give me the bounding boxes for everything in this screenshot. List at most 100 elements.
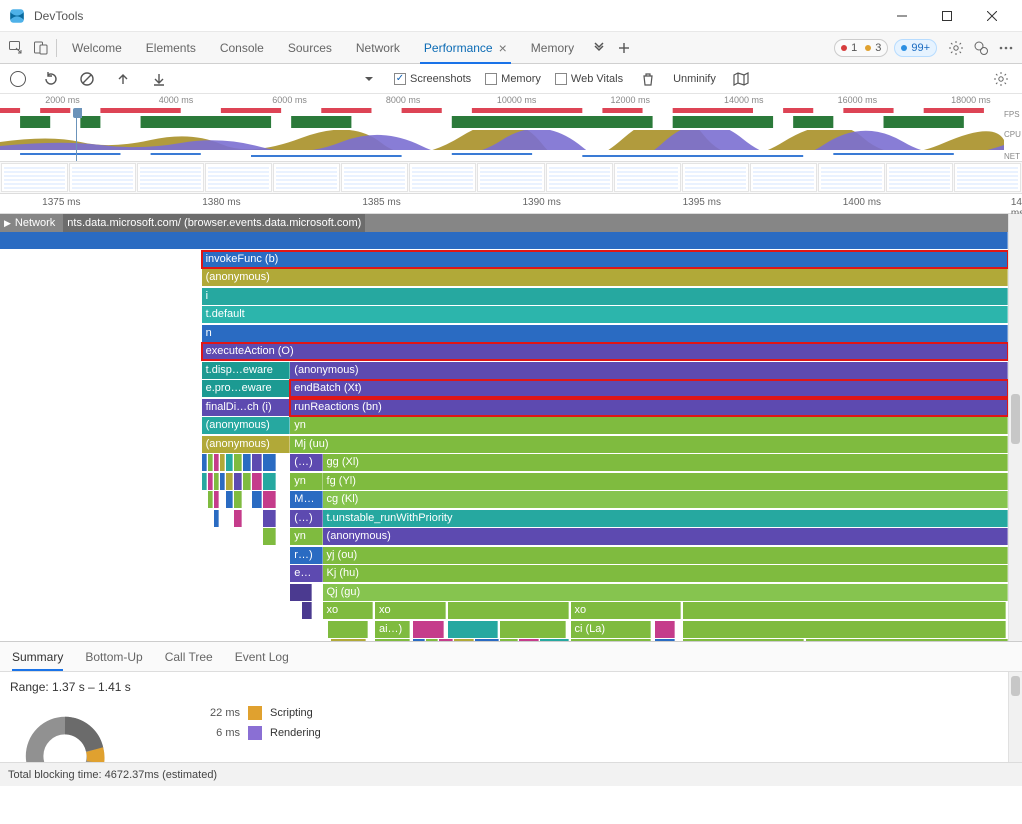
memory-checkbox[interactable]: Memory [485, 73, 541, 85]
details-tab-bottom-up[interactable]: Bottom-Up [85, 642, 142, 671]
flame-bar[interactable]: n [202, 325, 1008, 342]
flame-bar[interactable]: yn [290, 473, 322, 490]
flame-bar[interactable] [806, 639, 1008, 642]
flame-bar[interactable]: ai…) [375, 621, 410, 638]
flame-bar[interactable] [290, 584, 312, 601]
overview-selection-handle[interactable] [76, 108, 77, 161]
flame-bar[interactable]: invokeFunc (b) [202, 251, 1008, 268]
flame-bar[interactable]: fg (Yl) [323, 473, 1008, 490]
flame-bar[interactable] [413, 621, 443, 638]
flame-bar[interactable] [263, 491, 276, 508]
settings-icon[interactable] [944, 36, 968, 60]
tab-welcome[interactable]: Welcome [60, 32, 134, 64]
flame-bar[interactable] [263, 528, 276, 545]
flame-bar[interactable]: Qj (gu) [323, 584, 1008, 601]
flame-bar[interactable] [202, 454, 207, 471]
flame-bar[interactable]: (…) [290, 510, 322, 527]
webvitals-checkbox[interactable]: Web Vitals [555, 73, 623, 85]
flame-bar[interactable] [475, 639, 499, 642]
flame-bar[interactable] [540, 639, 568, 642]
tab-memory[interactable]: Memory [519, 32, 586, 64]
flame-bar[interactable] [448, 602, 569, 619]
flame-bar[interactable]: executeAction (O) [202, 343, 1008, 360]
flame-bar[interactable] [302, 602, 312, 619]
flame-bar[interactable]: t.disp…eware [202, 362, 291, 379]
flame-bar[interactable] [214, 454, 219, 471]
flame-bar[interactable] [500, 621, 567, 638]
flame-bar[interactable] [234, 473, 242, 490]
flame-bar[interactable] [214, 510, 219, 527]
flame-bar[interactable]: r…) [290, 547, 322, 564]
flame-bar[interactable]: xo [375, 602, 446, 619]
history-dropdown[interactable] [358, 68, 380, 90]
more-tabs-button[interactable] [587, 42, 611, 54]
flame-bar[interactable] [243, 454, 251, 471]
scrollbar-thumb[interactable] [1011, 394, 1020, 444]
gc-button[interactable] [637, 68, 659, 90]
flame-bar[interactable]: (anonymous) [202, 269, 1008, 286]
flame-bar[interactable] [252, 491, 262, 508]
flame-bar[interactable] [655, 639, 675, 642]
unminify-label[interactable]: Unminify [673, 73, 716, 85]
flame-bar[interactable] [683, 602, 1006, 619]
details-tab-call-tree[interactable]: Call Tree [165, 642, 213, 671]
flame-ruler[interactable]: 1375 ms1380 ms1385 ms1390 ms1395 ms1400 … [0, 194, 1022, 214]
flame-bar[interactable]: e… [290, 565, 322, 582]
new-tab-button[interactable] [612, 42, 636, 54]
flame-bar[interactable] [234, 510, 242, 527]
tab-console[interactable]: Console [208, 32, 276, 64]
flame-bar[interactable] [208, 454, 213, 471]
flame-bar[interactable]: di (Ua) [571, 639, 652, 642]
flame-bar[interactable] [220, 473, 225, 490]
flame-bar[interactable] [655, 621, 675, 638]
network-track-header[interactable]: ▶ Network nts.data.microsoft.com/ (brows… [0, 214, 1022, 232]
flame-bar[interactable] [252, 473, 262, 490]
tab-elements[interactable]: Elements [134, 32, 208, 64]
summary-scrollbar[interactable] [1008, 672, 1022, 762]
flame-bar[interactable] [234, 454, 242, 471]
flame-bar[interactable] [328, 621, 368, 638]
flame-bar[interactable]: gg (Xl) [323, 454, 1008, 471]
clear-button[interactable] [76, 68, 98, 90]
timeline-overview[interactable]: 2000 ms4000 ms6000 ms8000 ms10000 ms1200… [0, 94, 1022, 162]
flame-bar[interactable] [448, 621, 498, 638]
flame-bar[interactable] [226, 473, 233, 490]
maximize-button[interactable] [924, 0, 969, 32]
device-toggle-icon[interactable] [29, 36, 53, 60]
close-tab-icon[interactable]: × [499, 40, 507, 56]
flame-bar[interactable] [226, 454, 233, 471]
details-tab-event-log[interactable]: Event Log [235, 642, 289, 671]
inspect-icon[interactable] [4, 36, 28, 60]
flame-bar[interactable]: (…) [290, 454, 322, 471]
flame-bar[interactable] [234, 491, 242, 508]
flame-bar[interactable]: yn [290, 528, 322, 545]
flame-bar[interactable]: t.unstable_runWithPriority [323, 510, 1008, 527]
flame-bar[interactable]: xo [571, 602, 682, 619]
flame-bar[interactable]: Kj (hu) [323, 565, 1008, 582]
flame-bar[interactable]: yn [290, 417, 1008, 434]
save-profile-button[interactable] [148, 68, 170, 90]
flame-bar[interactable]: finalDi…ch (i) [202, 399, 291, 416]
flame-bar[interactable]: xo [323, 602, 373, 619]
flame-bar[interactable]: (anonymous) [290, 362, 1008, 379]
flame-bar[interactable] [500, 639, 518, 642]
reload-record-button[interactable] [40, 68, 62, 90]
map-icon[interactable] [730, 68, 752, 90]
screenshots-checkbox[interactable]: Screenshots [394, 73, 471, 85]
flame-bar[interactable] [208, 491, 213, 508]
flame-bar[interactable]: ci…) [375, 639, 410, 642]
load-profile-button[interactable] [112, 68, 134, 90]
close-button[interactable] [969, 0, 1014, 32]
flame-bar[interactable]: (anonymous) [323, 528, 1008, 545]
flame-scrollbar[interactable] [1008, 214, 1022, 641]
details-tab-summary[interactable]: Summary [12, 642, 63, 671]
flame-bar[interactable] [263, 510, 276, 527]
tab-performance[interactable]: Performance× [412, 32, 519, 64]
screenshot-filmstrip[interactable] [0, 162, 1022, 194]
flame-bar[interactable] [214, 491, 219, 508]
flame-bar[interactable] [214, 473, 219, 490]
tab-network[interactable]: Network [344, 32, 412, 64]
flame-bar[interactable] [413, 639, 425, 642]
flame-bar[interactable]: Mj (uu) [290, 436, 1008, 453]
flame-bar[interactable]: (anonymous) [202, 417, 291, 434]
